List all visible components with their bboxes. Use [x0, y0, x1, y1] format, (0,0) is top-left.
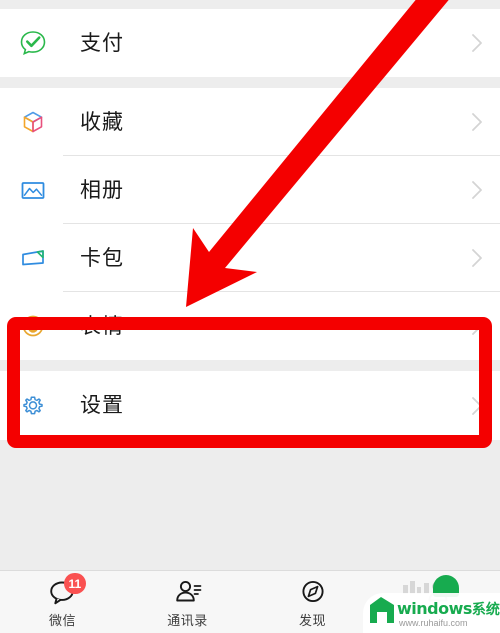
contacts-person-icon	[171, 576, 205, 608]
menu-group-content: 收藏 相册 卡包 表情	[0, 88, 500, 360]
tab-chats[interactable]: 11 微信	[0, 571, 125, 633]
chevron-right-icon	[470, 246, 484, 270]
menu-group-pay: 支付	[0, 9, 500, 77]
discover-compass-icon	[296, 576, 330, 608]
menu-item-label: 相册	[80, 177, 124, 202]
tab-label: 发现	[298, 614, 326, 629]
menu-item-stickers[interactable]: 表情	[0, 292, 500, 360]
sticker-smiley-icon	[18, 311, 48, 341]
chevron-right-icon	[470, 314, 484, 338]
tab-me[interactable]	[375, 571, 500, 633]
menu-item-label: 设置	[80, 393, 124, 417]
list-gap-1	[0, 77, 500, 88]
favorites-cube-icon	[18, 107, 48, 137]
phone-screen: 支付 收藏 相册 卡包 表情 设置 11 微信 通讯录 发现 windows系统…	[0, 0, 500, 633]
tab-label: 通讯录	[167, 614, 208, 629]
menu-item-settings[interactable]: 设置	[0, 371, 500, 440]
chat-bubble-icon: 11	[46, 573, 87, 608]
tab-contacts[interactable]: 通讯录	[125, 571, 250, 633]
wechat-pay-icon	[18, 28, 48, 58]
chevron-right-icon	[470, 31, 484, 55]
settings-gear-icon	[18, 391, 48, 421]
unread-badge: 11	[63, 573, 87, 594]
photo-album-icon	[18, 175, 48, 205]
menu-item-favorites[interactable]: 收藏	[0, 88, 500, 156]
bottom-tab-bar[interactable]: 11 微信 通讯录 发现	[0, 570, 500, 633]
tab-label: 微信	[48, 614, 76, 629]
menu-item-label: 表情	[80, 313, 124, 338]
tab-discover[interactable]: 发现	[250, 571, 375, 633]
chevron-right-icon	[470, 110, 484, 134]
menu-item-label: 支付	[80, 30, 124, 55]
menu-group-settings: 设置	[0, 371, 500, 440]
list-top-gap	[0, 0, 500, 9]
menu-item-pay[interactable]: 支付	[0, 9, 500, 77]
chevron-right-icon	[470, 394, 484, 418]
list-bottom-gap	[0, 440, 500, 570]
me-person-icon	[421, 576, 455, 608]
menu-item-label: 收藏	[80, 109, 124, 134]
menu-item-cards[interactable]: 卡包	[0, 224, 500, 292]
card-wallet-icon	[18, 243, 48, 273]
menu-item-album[interactable]: 相册	[0, 156, 500, 224]
profile-menu-list[interactable]: 支付 收藏 相册 卡包 表情 设置	[0, 0, 500, 570]
list-gap-2	[0, 360, 500, 371]
menu-item-label: 卡包	[80, 245, 124, 270]
chevron-right-icon	[470, 178, 484, 202]
